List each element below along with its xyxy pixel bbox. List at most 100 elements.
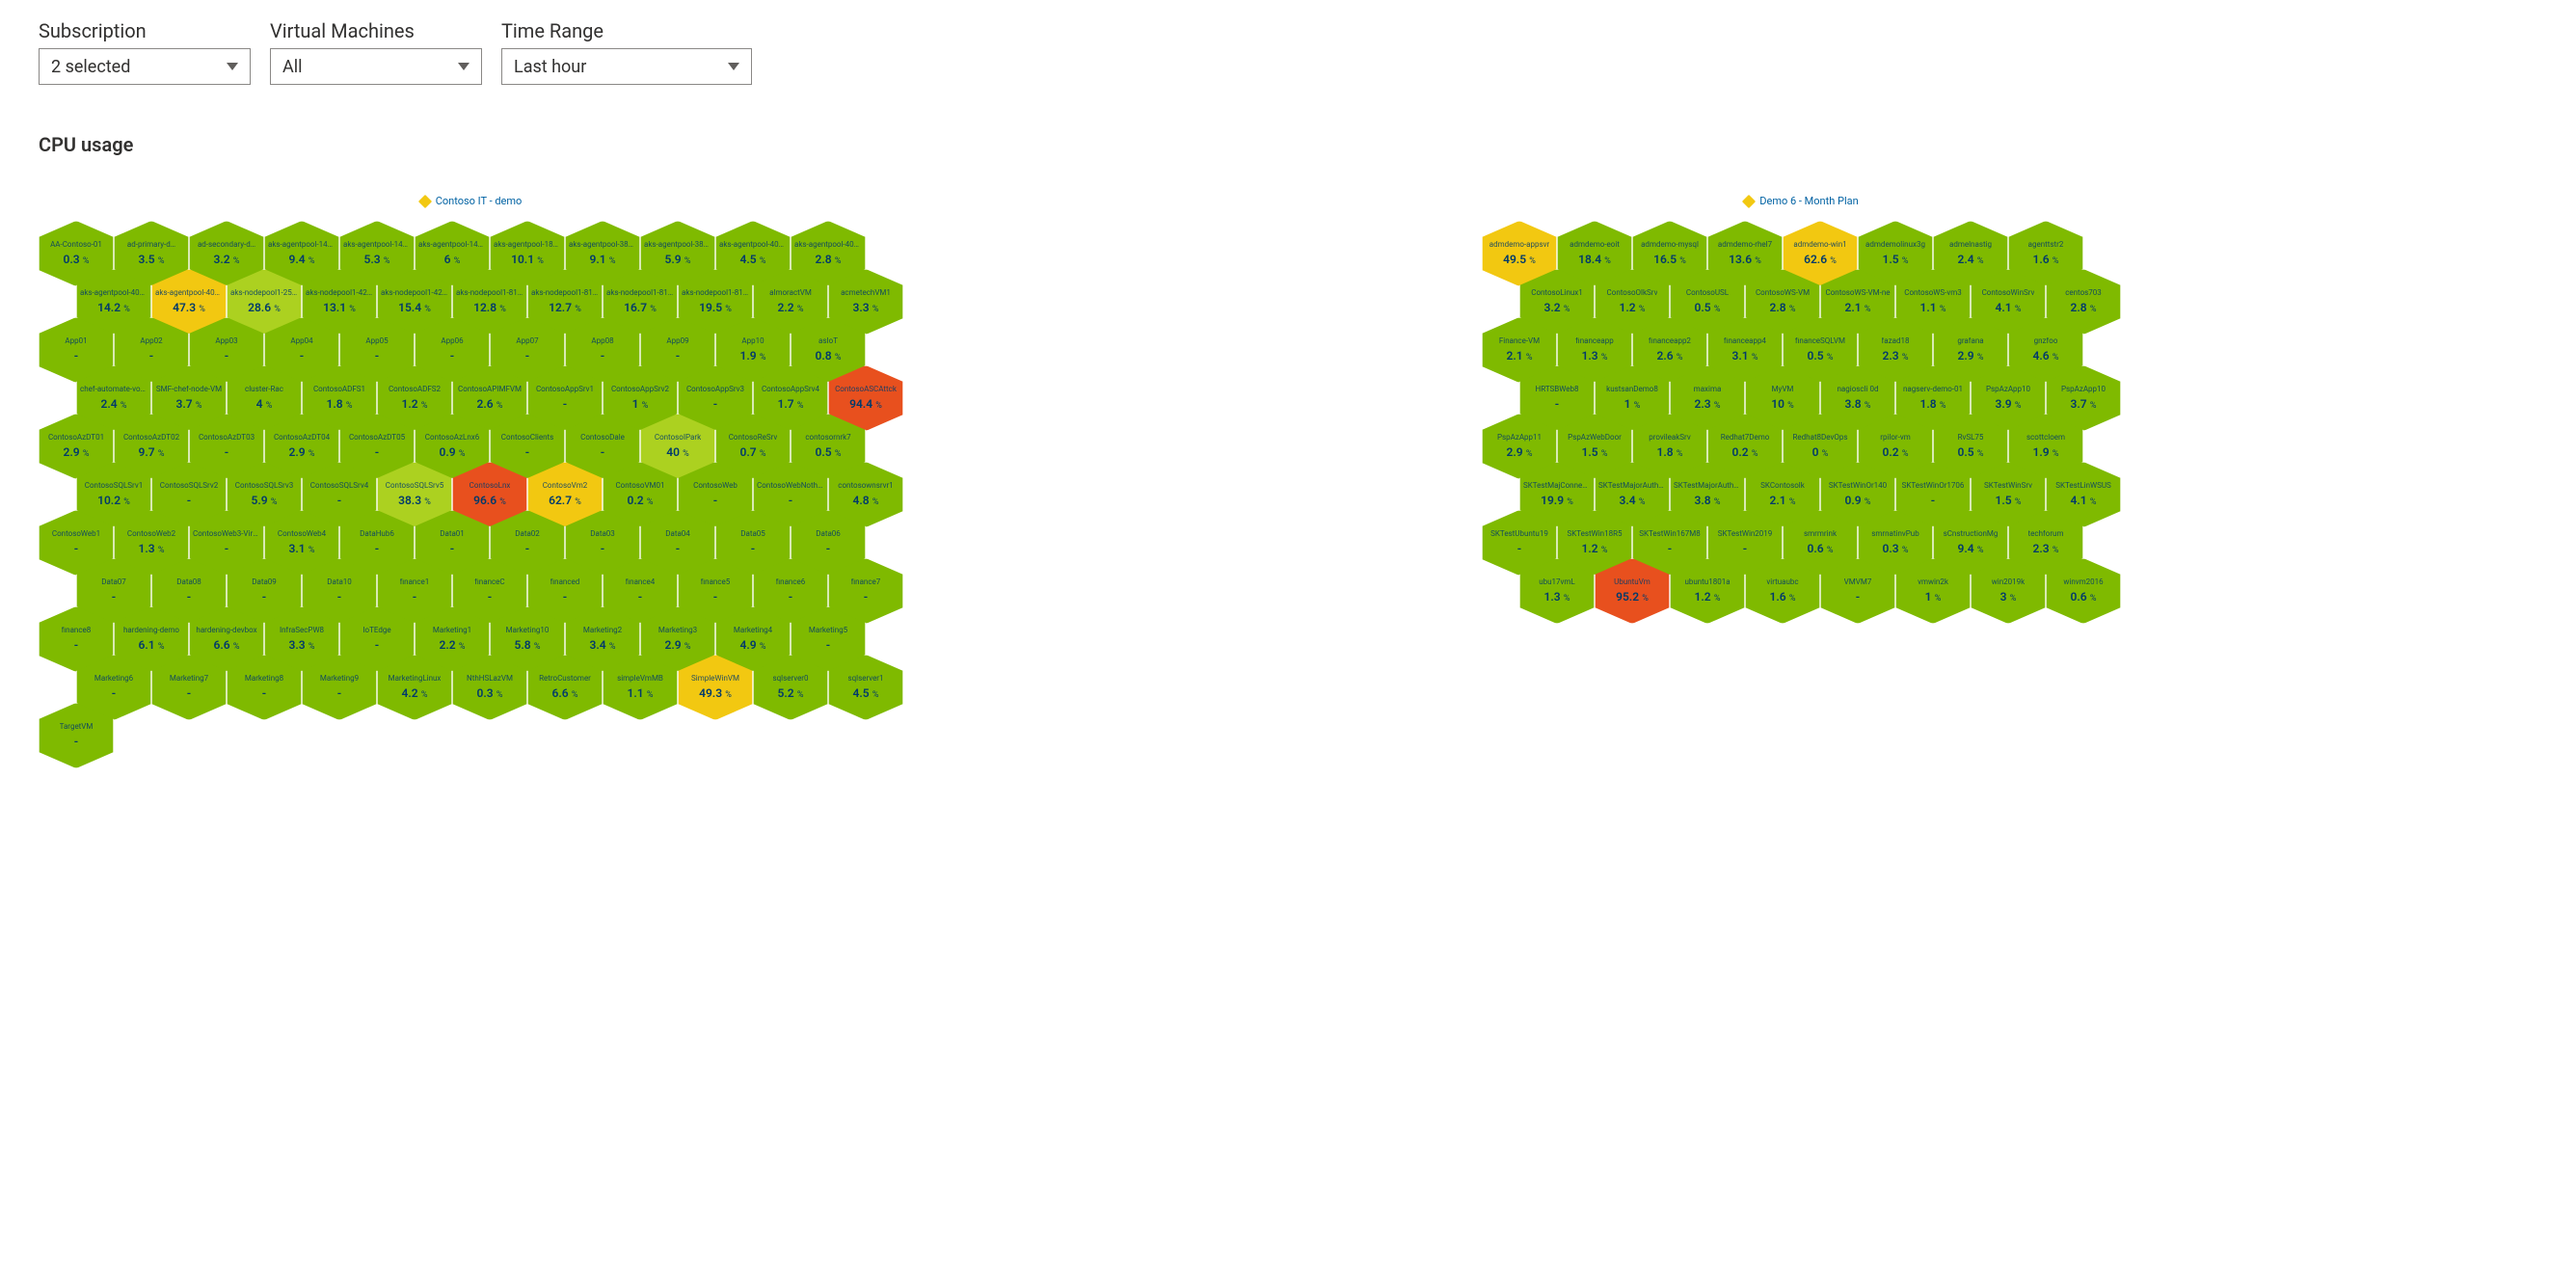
hex-label: Marketing7 [170, 675, 208, 683]
hex-label: Marketing3 [658, 627, 697, 634]
hex-label: App01 [65, 337, 87, 345]
hex-label: hardening-demo [123, 627, 179, 634]
filter-timerange-value: Last hour [514, 57, 586, 77]
hex-label: ContosoAzDT03 [199, 434, 255, 442]
hex-label: App08 [591, 337, 613, 345]
hex-label: financeapp2 [1649, 337, 1691, 345]
hex-label: App04 [290, 337, 312, 345]
hex-label: almoractVM [769, 289, 812, 297]
hex-label: SKContosolk [1760, 482, 1805, 490]
hex-label: Data09 [252, 578, 277, 586]
hex-label: smrmrink [1804, 530, 1837, 538]
hex-label: aks-nodepool1-8130 [682, 289, 749, 297]
hex-label: ContosoVM01 [615, 482, 664, 490]
hex-label: finance5 [701, 578, 731, 586]
hex-label: InfraSecPW8 [280, 627, 324, 634]
hex-label: cluster-Rac [245, 386, 283, 393]
hex-label: hardening-devbox [196, 627, 256, 634]
hex-label: ContosoWeb4 [278, 530, 326, 538]
hex-label: ContosoAzDT05 [349, 434, 405, 442]
hex-label: ContosoSQLSrv4 [310, 482, 368, 490]
hex-label: VMVM7 [1844, 578, 1872, 586]
hex-label: aks-agentpool-14722 [343, 241, 411, 249]
hex-label: chef-automate-voco [80, 386, 148, 393]
filter-vms-label: Virtual Machines [270, 19, 482, 42]
hex-label: RetroCustomer [539, 675, 591, 683]
hex-label: contosownsrvr1 [838, 482, 893, 490]
hex-label: ContosoLinux1 [1531, 289, 1583, 297]
filter-vms-select[interactable]: All [270, 48, 482, 85]
hex-label: ContosoWeb2 [127, 530, 175, 538]
hex-label: ContosoWeb1 [52, 530, 100, 538]
hex-label: Data07 [101, 578, 126, 586]
hex-label: ubu17vmL [1539, 578, 1575, 586]
hex-row: Data07-Data08-Data09-Data10-finance1-fin… [76, 558, 903, 624]
hex-row: Marketing6-Marketing7-Marketing8-Marketi… [76, 655, 903, 720]
hex-label: aks-agentpool-38342 [644, 241, 711, 249]
hex-label: App09 [666, 337, 688, 345]
hex-label: sqlserver1 [847, 675, 883, 683]
filter-bar: Subscription 2 selected Virtual Machines… [39, 19, 2537, 85]
hex-label: finance4 [626, 578, 656, 586]
hex-label: grafana [1957, 337, 1983, 345]
hex-label: SKTestWinSrv [1984, 482, 2032, 490]
hex-row: ContosoSQLSrv110.2 %ContosoSQLSrv2-Conto… [76, 462, 903, 527]
hex-label: Marketing5 [809, 627, 847, 634]
hex-label: ContosoIPark [655, 434, 701, 442]
hex-label: ContosoClients [501, 434, 553, 442]
hex-label: smrnatinvPub [1871, 530, 1919, 538]
pin-icon [1742, 194, 1756, 207]
hex-label: financeSQLVM [1795, 337, 1845, 345]
hex-label: ContosoOlkSrv [1607, 289, 1658, 297]
hex-label: ContosoUSL [1686, 289, 1729, 297]
hex-label: admelnastig [1949, 241, 1992, 249]
hex-label: contosornrk7 [805, 434, 850, 442]
hex-label: Data02 [515, 530, 540, 538]
hex-label: admdemo-rhel7 [1718, 241, 1772, 249]
hex-label: ContosoAppSrv1 [536, 386, 594, 393]
hex-label: sCnstructionMg [1944, 530, 1999, 538]
hex-label: PspAzApp10 [1986, 386, 2030, 393]
hex-label: App06 [441, 337, 463, 345]
hex-label: MarketingLinux [389, 675, 442, 683]
hex-label: SMF-chef-node-VM [156, 386, 222, 393]
hex-label: ContosoWinSrv [1982, 289, 2035, 297]
hex-label: SKTestMajConnect2 [1523, 482, 1591, 490]
filter-subscription-select[interactable]: 2 selected [39, 48, 251, 85]
hex-label: App03 [215, 337, 237, 345]
hex-label: ContosoSQLSrv5 [386, 482, 443, 490]
hex-label: financed [550, 578, 580, 586]
hex-label: NthHSLazVM [467, 675, 513, 683]
chevron-down-icon [458, 63, 470, 70]
hex-label: ContosoASCAttck [835, 386, 897, 393]
hex-label: ContosoAzLnx6 [425, 434, 479, 442]
hex-label: nagioscli 0d [1838, 386, 1879, 393]
hex-label: Marketing10 [506, 627, 550, 634]
hex-label: win2019k [1992, 578, 2025, 586]
hex-label: aks-agentpool-40717 [719, 241, 787, 249]
hex-label: Redhat7Demo [1721, 434, 1770, 442]
hex-label: Data06 [816, 530, 841, 538]
hex-label: Marketing4 [734, 627, 772, 634]
hex-label: ContosoADFS1 [313, 386, 365, 393]
hex-label: SKTestMajorAuth16 [1674, 482, 1741, 490]
hex-label: Marketing9 [320, 675, 359, 683]
hex-label: finance8 [62, 627, 92, 634]
hex-label: asIoT [818, 337, 838, 345]
filter-timerange-select[interactable]: Last hour [501, 48, 752, 85]
hex-label: virtuaubc [1766, 578, 1798, 586]
hex-label: MyVM [1772, 386, 1794, 393]
hex-label: App02 [140, 337, 162, 345]
hex-label: ad-primary-d… [127, 241, 175, 249]
hex-row: chef-automate-voco2.4 %SMF-chef-node-VM3… [76, 365, 903, 431]
hex-label: ContosoAppSrv3 [686, 386, 744, 393]
hex-label: sqlserver0 [772, 675, 808, 683]
hex-label: Finance-VM [1499, 337, 1540, 345]
hex-label: Marketing8 [245, 675, 283, 683]
cluster-title-text: Contoso IT - demo [436, 195, 523, 207]
hex-label: ContosoAppSrv4 [762, 386, 819, 393]
hex-label: Data08 [176, 578, 201, 586]
hex-label: aks-agentpool-14721 [268, 241, 335, 249]
hex-label: provileakSrv [1649, 434, 1690, 442]
hex-label: ContosoWS-VM [1756, 289, 1810, 297]
